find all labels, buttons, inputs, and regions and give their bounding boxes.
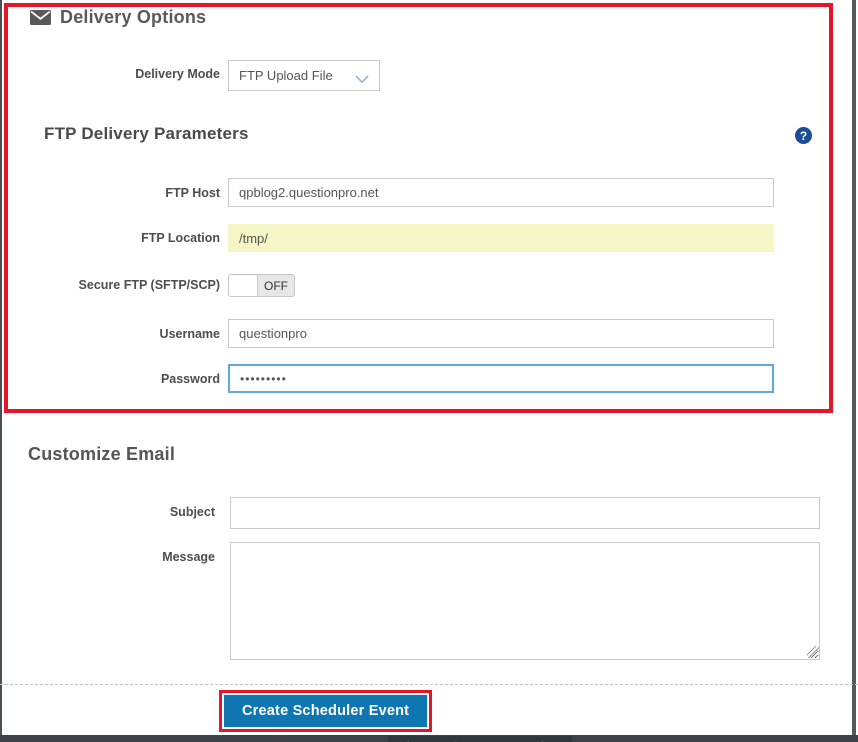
ftp-parameters-heading: FTP Delivery Parameters [44,124,249,144]
ftp-location-label: FTP Location [141,231,220,245]
chevron-down-icon [355,72,369,87]
message-label: Message [162,550,215,564]
subject-input[interactable] [230,497,820,529]
create-scheduler-event-button[interactable]: Create Scheduler Event [224,695,428,727]
username-label: Username [159,327,220,341]
toggle-state-label: OFF [264,278,288,293]
ftp-location-input[interactable] [228,224,774,252]
ftp-parameters-title: FTP Delivery Parameters [44,124,249,143]
ftp-host-label: FTP Host [165,186,220,200]
customize-email-title: Customize Email [28,444,176,464]
envelope-icon [30,10,51,25]
delivery-options-heading: Delivery Options [30,7,206,28]
subject-label: Subject [169,505,215,519]
delivery-options-title: Delivery Options [60,7,207,27]
window-right-edge [852,0,856,742]
help-icon-glyph: ? [799,128,808,143]
secure-ftp-label: Secure FTP (SFTP/SCP) [78,278,220,292]
password-label: Password [160,372,220,386]
message-textarea[interactable] [230,542,820,660]
delivery-mode-selected-value: FTP Upload File [239,68,333,83]
ftp-host-input[interactable] [228,178,774,207]
help-icon[interactable]: ? [795,127,812,144]
delivery-mode-select[interactable]: FTP Upload File [228,60,380,91]
customize-email-heading: Customize Email [28,444,175,465]
toggle-knob [229,275,258,296]
password-input[interactable] [228,364,774,393]
submit-button-annotation-box: Create Scheduler Event [219,690,433,732]
view-performance-monitor-link[interactable]: View Performance Monitor [388,736,572,742]
secure-ftp-toggle[interactable]: OFF [228,274,295,297]
window-left-edge [0,0,2,742]
delivery-options-annotation-box [4,3,833,413]
username-input[interactable] [228,319,774,348]
footer-bar: View Performance Monitor [0,735,858,742]
scheduler-delivery-form: Delivery Options Delivery Mode FTP Uploa… [0,0,858,742]
section-divider [0,684,858,685]
delivery-mode-label: Delivery Mode [135,67,220,81]
